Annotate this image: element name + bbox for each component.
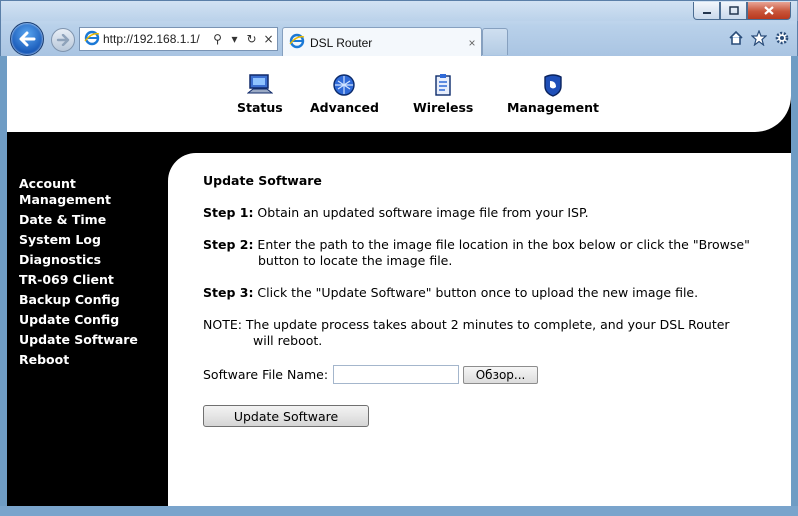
address-bar[interactable]: http://192.168.1.1/ ⚲ ▾ ↻ × xyxy=(79,27,278,51)
nav-wireless-label: Wireless xyxy=(413,100,474,115)
sidebar-item-update-config[interactable]: Update Config xyxy=(19,312,169,328)
step1-text: Obtain an updated software image file fr… xyxy=(253,205,589,220)
dropdown-icon[interactable]: ▾ xyxy=(226,29,243,49)
nav-status-label: Status xyxy=(237,100,283,115)
step1-paragraph: Step 1: Obtain an updated software image… xyxy=(203,205,763,221)
window-bottom-frame xyxy=(0,506,798,516)
tab-title: DSL Router xyxy=(310,35,373,50)
maximize-icon xyxy=(728,6,739,15)
browser-tab[interactable]: DSL Router × xyxy=(282,27,482,57)
browser-chrome: http://192.168.1.1/ ⚲ ▾ ↻ × DSL Router × xyxy=(0,0,798,57)
nav-wireless[interactable]: Wireless xyxy=(413,72,473,115)
top-navigation: Status Advanced Wireless Management xyxy=(7,56,791,132)
note-continuation: will reboot. xyxy=(253,333,323,348)
step2-continuation: button to locate the image file. xyxy=(258,253,453,268)
minimize-button[interactable] xyxy=(693,2,720,20)
window-controls xyxy=(693,2,791,20)
arrow-right-icon xyxy=(56,34,70,46)
nav-management-label: Management xyxy=(507,100,600,115)
sidebar-item-system-log[interactable]: System Log xyxy=(19,232,169,248)
search-icon[interactable]: ⚲ xyxy=(209,29,226,49)
sidebar-item-backup-config[interactable]: Backup Config xyxy=(19,292,169,308)
back-button[interactable] xyxy=(10,22,44,56)
step3-label: Step 3: xyxy=(203,285,254,300)
main-content: Update Software Step 1: Obtain an update… xyxy=(168,153,791,506)
page-viewport: Status Advanced Wireless Management Acco… xyxy=(7,56,791,506)
step3-text: Click the "Update Software" button once … xyxy=(253,285,699,300)
file-row: Software File Name: Обзор... xyxy=(203,365,791,384)
sidebar-item-account-management[interactable]: Account Management xyxy=(19,176,119,208)
sidebar-item-update-software[interactable]: Update Software xyxy=(19,332,169,348)
page-title: Update Software xyxy=(203,173,322,188)
new-tab-button[interactable] xyxy=(482,28,508,55)
tab-close-icon[interactable]: × xyxy=(463,36,481,50)
ie-logo-icon xyxy=(289,33,305,52)
step2-text: Enter the path to the image file locatio… xyxy=(253,237,750,252)
sidebar-item-diagnostics[interactable]: Diagnostics xyxy=(19,252,169,268)
software-file-label: Software File Name: xyxy=(203,366,329,382)
chip-icon xyxy=(331,72,357,98)
ie-logo-icon xyxy=(84,30,100,49)
stop-icon[interactable]: × xyxy=(260,29,277,49)
sidebar-item-date-time[interactable]: Date & Time xyxy=(19,212,169,228)
nav-advanced-label: Advanced xyxy=(310,100,379,115)
sidebar: Account Management Date & Time System Lo… xyxy=(19,176,169,372)
software-file-input[interactable] xyxy=(333,365,460,384)
forward-button[interactable] xyxy=(51,28,75,52)
home-icon[interactable] xyxy=(727,29,745,47)
url-text[interactable]: http://192.168.1.1/ xyxy=(103,32,209,46)
step2-paragraph: Step 2: Enter the path to the image file… xyxy=(203,237,763,269)
monitor-icon xyxy=(246,72,273,98)
sidebar-item-tr069-client[interactable]: TR-069 Client xyxy=(19,272,169,288)
maximize-button[interactable] xyxy=(720,2,747,20)
step1-label: Step 1: xyxy=(203,205,254,220)
step3-paragraph: Step 3: Click the "Update Software" butt… xyxy=(203,285,763,301)
close-window-button[interactable] xyxy=(747,2,791,20)
close-icon xyxy=(764,6,774,15)
shield-icon xyxy=(540,72,566,98)
nav-advanced[interactable]: Advanced xyxy=(310,72,379,115)
update-software-button[interactable]: Update Software xyxy=(203,405,369,427)
clipboard-icon xyxy=(430,72,456,98)
nav-status[interactable]: Status xyxy=(237,72,283,115)
note-text: NOTE: The update process takes about 2 m… xyxy=(203,317,730,332)
favorites-star-icon[interactable] xyxy=(750,29,768,47)
browser-tools xyxy=(727,29,791,47)
step2-label: Step 2: xyxy=(203,237,254,252)
note-paragraph: NOTE: The update process takes about 2 m… xyxy=(203,317,763,349)
gear-icon[interactable] xyxy=(773,29,791,47)
minimize-icon xyxy=(702,11,711,14)
browse-button[interactable]: Обзор... xyxy=(463,365,539,384)
refresh-icon[interactable]: ↻ xyxy=(243,29,260,49)
sidebar-item-reboot[interactable]: Reboot xyxy=(19,352,169,368)
nav-management[interactable]: Management xyxy=(507,72,599,115)
arrow-left-icon xyxy=(19,31,36,47)
background-window-strip xyxy=(1,1,798,21)
